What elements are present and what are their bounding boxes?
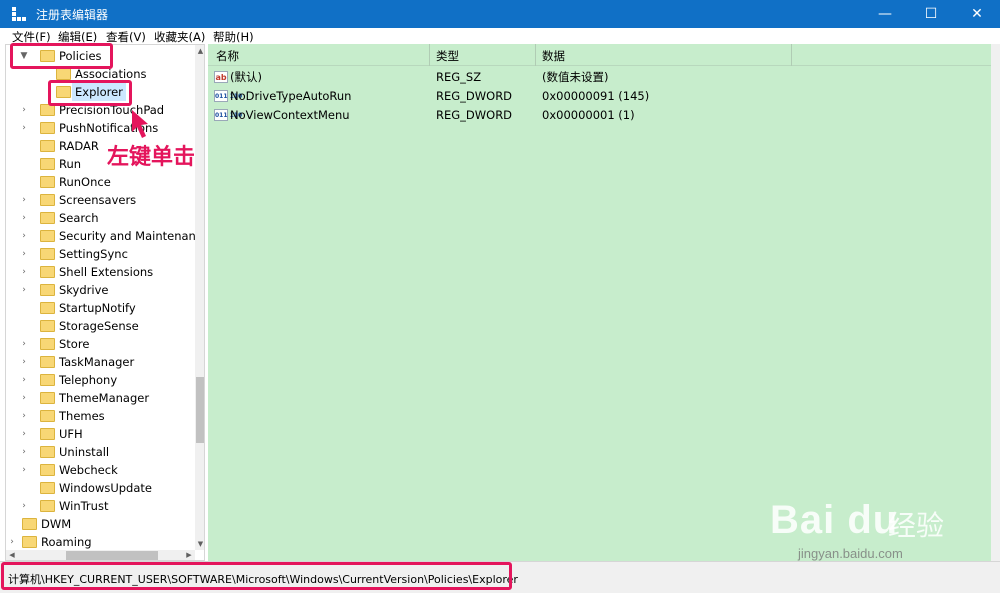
menu-view[interactable]: 查看(V) <box>106 29 146 45</box>
watermark-url: jingyan.baidu.com <box>798 546 903 561</box>
minimize-button[interactable]: — <box>862 0 908 28</box>
chevron-right-icon[interactable]: › <box>18 461 30 479</box>
menu-help[interactable]: 帮助(H) <box>213 29 254 45</box>
folder-icon <box>40 320 55 332</box>
column-divider[interactable] <box>429 44 430 66</box>
folder-icon <box>40 392 55 404</box>
highlight-box-explorer <box>48 80 132 106</box>
annotation-text: 左键单击 <box>107 144 196 170</box>
chevron-right-icon[interactable]: › <box>18 389 30 407</box>
folder-icon <box>40 284 55 296</box>
menu-bar: 文件(F) 编辑(E) 查看(V) 收藏夹(A) 帮助(H) <box>0 28 1000 44</box>
folder-icon <box>40 410 55 422</box>
string-value-icon: ab <box>214 71 228 83</box>
chevron-right-icon[interactable]: › <box>18 191 30 209</box>
folder-icon <box>40 356 55 368</box>
chevron-right-icon[interactable]: › <box>18 425 30 443</box>
folder-icon <box>22 518 37 530</box>
chevron-right-icon[interactable]: › <box>18 335 30 353</box>
folder-icon <box>40 338 55 350</box>
folder-icon <box>40 302 55 314</box>
chevron-right-icon[interactable]: › <box>18 101 30 119</box>
scroll-left-icon[interactable]: ◀ <box>6 550 18 560</box>
folder-icon <box>40 194 55 206</box>
chevron-right-icon[interactable]: › <box>18 227 30 245</box>
folder-icon <box>40 140 55 152</box>
dword-value-icon: 011 110 <box>214 90 242 102</box>
maximize-button[interactable]: ☐ <box>908 0 954 28</box>
folder-icon <box>40 446 55 458</box>
regedit-app-icon <box>12 7 26 21</box>
registry-tree: ▼ Policies Associations Explorer › Precis… <box>5 44 205 561</box>
window-title: 注册表编辑器 <box>36 8 109 22</box>
column-divider[interactable] <box>791 44 792 66</box>
tree-vertical-scrollbar[interactable]: ▲ ▼ <box>195 45 204 550</box>
folder-icon <box>40 176 55 188</box>
chevron-right-icon[interactable]: › <box>18 281 30 299</box>
chevron-right-icon[interactable]: › <box>18 497 30 515</box>
column-name[interactable]: 名称 <box>216 48 239 64</box>
folder-icon <box>40 248 55 260</box>
chevron-right-icon[interactable]: › <box>18 443 30 461</box>
dword-value-icon: 011 110 <box>214 109 242 121</box>
folder-icon <box>40 212 55 224</box>
watermark-cn: 经验 <box>888 509 945 542</box>
value-row[interactable]: 011 110 NoDriveTypeAutoRun REG_DWORD 0x0… <box>208 87 991 105</box>
chevron-right-icon[interactable]: › <box>6 533 18 551</box>
scroll-up-icon[interactable]: ▲ <box>195 45 204 57</box>
highlight-box-policies <box>10 43 113 69</box>
chevron-right-icon[interactable]: › <box>18 353 30 371</box>
folder-icon <box>40 482 55 494</box>
title-bar: 注册表编辑器 — ☐ ✕ <box>0 0 1000 28</box>
folder-icon <box>40 158 55 170</box>
close-button[interactable]: ✕ <box>954 0 1000 28</box>
folder-icon <box>40 122 55 134</box>
folder-icon <box>40 500 55 512</box>
chevron-right-icon[interactable]: › <box>18 209 30 227</box>
column-data[interactable]: 数据 <box>542 48 565 64</box>
scroll-down-icon[interactable]: ▼ <box>195 538 204 550</box>
chevron-right-icon[interactable]: › <box>18 245 30 263</box>
watermark-brand: Bai du <box>770 498 899 542</box>
value-row[interactable]: 011 110 NoViewContextMenu REG_DWORD 0x00… <box>208 106 991 124</box>
scroll-right-icon[interactable]: ▶ <box>183 550 195 560</box>
tree-horizontal-scrollbar[interactable]: ◀ ▶ <box>6 550 195 560</box>
column-type[interactable]: 类型 <box>436 48 459 64</box>
folder-icon <box>40 428 55 440</box>
folder-icon <box>40 374 55 386</box>
scroll-thumb[interactable] <box>196 377 204 443</box>
chevron-right-icon[interactable]: › <box>18 407 30 425</box>
values-vertical-scrollbar[interactable] <box>991 44 1000 561</box>
folder-icon <box>56 68 71 80</box>
chevron-right-icon[interactable]: › <box>18 119 30 137</box>
folder-icon <box>40 266 55 278</box>
pointer-arrow-icon <box>132 110 148 138</box>
menu-favorites[interactable]: 收藏夹(A) <box>154 29 205 45</box>
value-row[interactable]: ab (默认) REG_SZ (数值未设置) <box>208 68 991 86</box>
values-header: 名称 类型 数据 <box>208 44 991 66</box>
chevron-right-icon[interactable]: › <box>18 263 30 281</box>
scroll-thumb[interactable] <box>66 551 158 560</box>
folder-icon <box>22 536 37 548</box>
folder-icon <box>40 464 55 476</box>
chevron-right-icon[interactable]: › <box>18 371 30 389</box>
highlight-box-path <box>1 562 512 590</box>
folder-icon <box>40 230 55 242</box>
baidu-watermark: Bai du 经验 jingyan.baidu.com <box>770 484 970 574</box>
column-divider[interactable] <box>535 44 536 66</box>
